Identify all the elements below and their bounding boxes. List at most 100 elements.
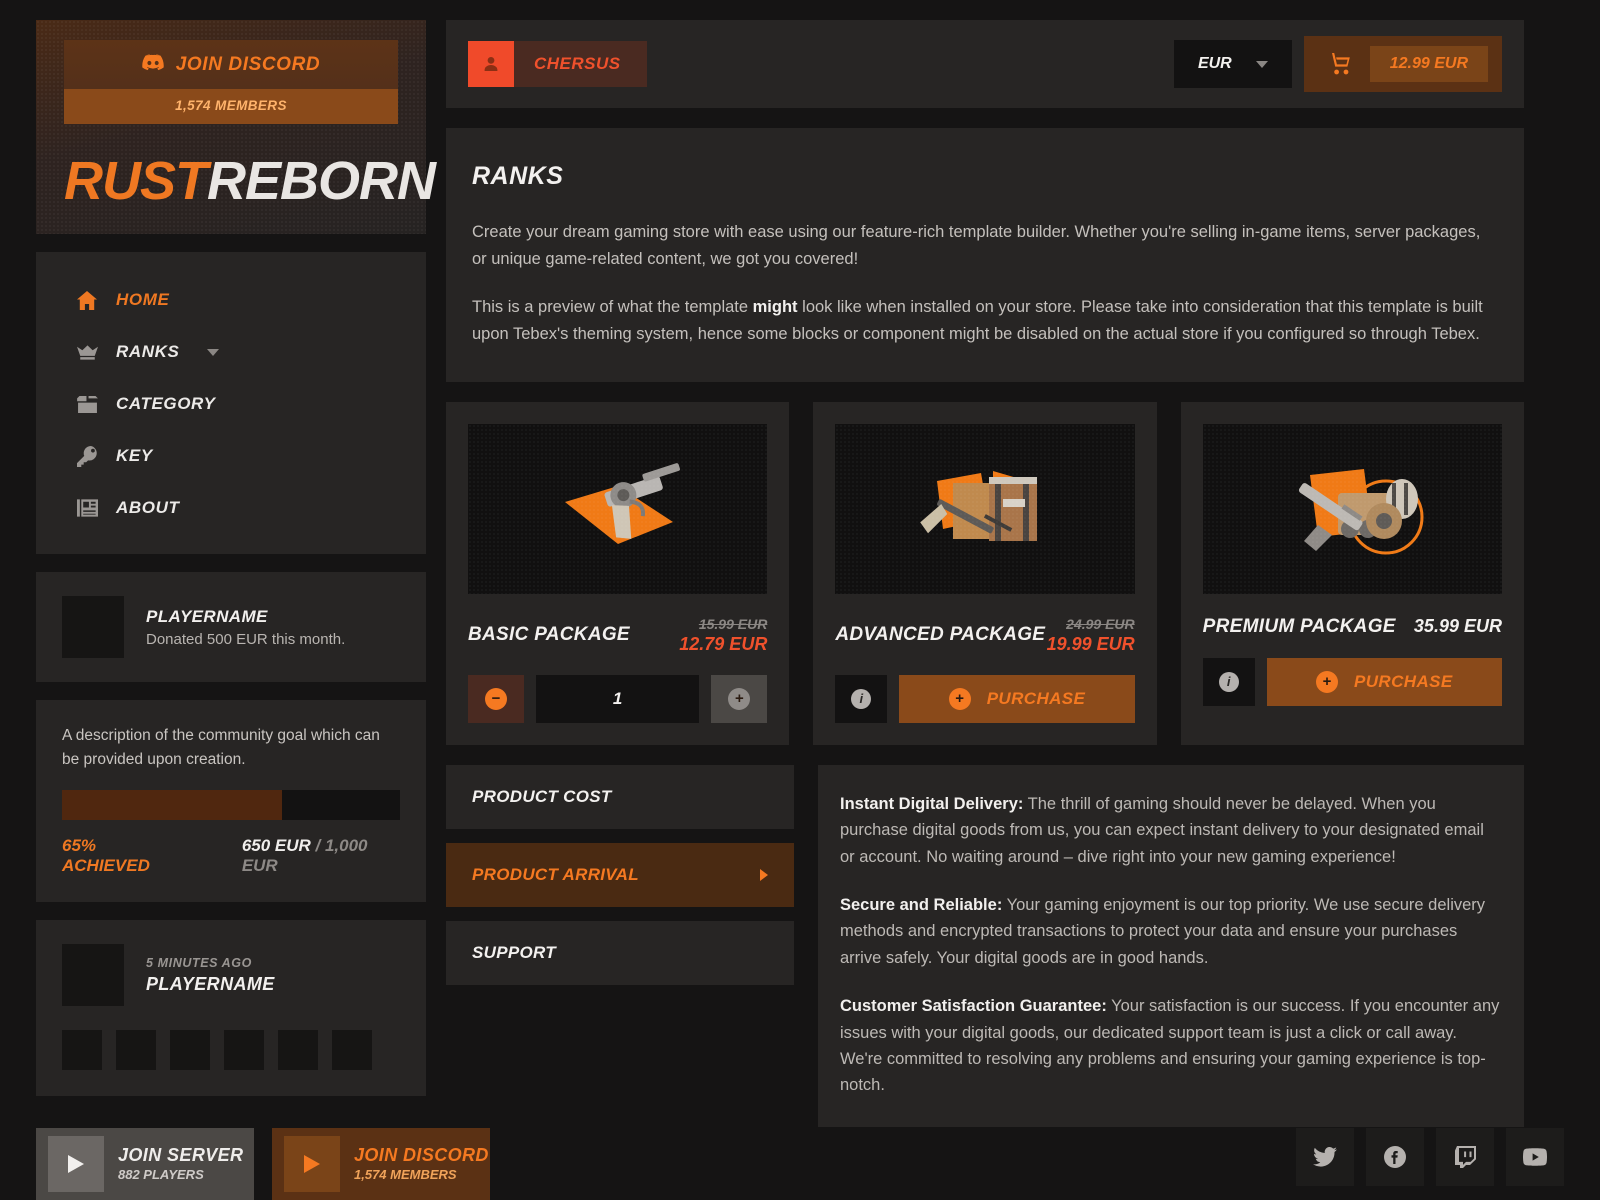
sidebar-item-home[interactable]: HOME (36, 274, 426, 326)
footer-discord-subtitle: 1,574 MEMBERS (354, 1166, 457, 1182)
currency-selector[interactable]: EUR (1173, 40, 1292, 88)
product-basic-old-price: 15.99 EUR (698, 615, 768, 632)
thumbnail[interactable] (332, 1030, 372, 1071)
main-content: CHERSUS EUR 12.99 EUR RANKS Create your … (446, 20, 1524, 1200)
community-goal-progressbar (62, 790, 400, 821)
thumbnail[interactable] (278, 1030, 318, 1071)
recent-purchase-header: 5 MINUTES AGO PLAYERNAME (62, 944, 400, 1007)
recent-purchase-time: 5 MINUTES AGO (146, 955, 252, 970)
faq-content-panel: Instant Digital Delivery: The thrill of … (818, 764, 1524, 1127)
accordion-item-support[interactable]: SUPPORT (446, 920, 794, 985)
accordion-label: PRODUCT ARRIVAL (472, 864, 639, 884)
info-icon: i (851, 688, 872, 709)
product-premium-price: 35.99 EUR (1413, 616, 1502, 637)
cart-button[interactable]: 12.99 EUR (1303, 36, 1502, 92)
join-server-button[interactable]: JOIN SERVER 882 PLAYERS (36, 1128, 254, 1200)
product-advanced-price: 19.99 EUR (1046, 633, 1135, 654)
recent-purchase-thumbnails (62, 1030, 400, 1071)
box-icon (76, 393, 98, 415)
accordion-item-product-arrival[interactable]: PRODUCT ARRIVAL (446, 842, 794, 907)
faq-paragraph-delivery: Instant Digital Delivery: The thrill of … (840, 791, 1500, 870)
footer-join-discord-button[interactable]: JOIN DISCORD 1,574 MEMBERS (272, 1128, 490, 1200)
revolver-item-icon (468, 423, 768, 594)
join-server-title: JOIN SERVER (118, 1144, 244, 1165)
avatar (62, 944, 124, 1007)
thumbnail[interactable] (62, 1030, 102, 1071)
product-card-advanced: ADVANCED PACKAGE 24.99 EUR 19.99 EUR i +… (813, 401, 1157, 745)
youtube-icon[interactable] (1506, 1128, 1564, 1186)
faq-paragraph-secure: Secure and Reliable: Your gaming enjoyme… (840, 892, 1500, 971)
sidebar-item-category[interactable]: CATEGORY (36, 378, 426, 430)
community-goal-description: A description of the community goal whic… (62, 727, 380, 769)
cart-icon (1327, 53, 1352, 75)
social-links (1296, 1128, 1564, 1186)
twitch-icon[interactable] (1436, 1128, 1494, 1186)
purchase-button[interactable]: + PURCHASE (899, 674, 1135, 723)
twitter-icon[interactable] (1296, 1128, 1354, 1186)
crown-icon (76, 341, 98, 363)
footer: JOIN SERVER 882 PLAYERS JOIN DISCORD 1,5… (36, 1128, 1564, 1200)
chevron-right-icon (760, 868, 768, 881)
purchase-button[interactable]: + PURCHASE (1266, 657, 1502, 706)
product-card-basic: BASIC PACKAGE 15.99 EUR 12.79 EUR − 1 + (446, 401, 790, 745)
news-icon (76, 497, 98, 519)
logo-part-1: RUST (64, 151, 208, 211)
join-discord-top[interactable]: JOIN DISCORD (64, 40, 398, 89)
sidebar-item-about-label: ABOUT (116, 498, 180, 517)
top-donor-name: PLAYERNAME (146, 606, 268, 626)
minus-icon: − (485, 687, 507, 710)
thumbnail[interactable] (170, 1030, 210, 1071)
accordion-item-product-cost[interactable]: PRODUCT COST (446, 764, 794, 829)
join-discord-button[interactable]: JOIN DISCORD 1,574 MEMBERS (64, 40, 398, 124)
sidebar-item-about[interactable]: ABOUT (36, 482, 426, 534)
join-server-subtitle: 882 PLAYERS (118, 1166, 204, 1182)
top-donor-subtitle: Donated 500 EUR this month. (146, 630, 346, 648)
site-logo[interactable]: RUSTREBORN (64, 150, 436, 212)
community-goal-card: A description of the community goal whic… (36, 700, 426, 903)
logo-part-2: REBORN (207, 151, 436, 211)
account-name: CHERSUS (534, 54, 621, 73)
facebook-icon[interactable] (1366, 1128, 1424, 1186)
chevron-down-icon (1255, 60, 1268, 68)
join-discord-members[interactable]: 1,574 MEMBERS (64, 89, 398, 124)
product-premium-prices: 35.99 EUR (1414, 616, 1502, 637)
product-info-button[interactable]: i (835, 674, 888, 723)
footer-discord-title: JOIN DISCORD (354, 1144, 489, 1165)
ranks-paragraph-1: Create your dream gaming store with ease… (472, 223, 1481, 268)
quantity-decrement-button[interactable]: − (468, 674, 524, 723)
sidebar-item-key[interactable]: KEY (36, 430, 426, 482)
thumbnail[interactable] (224, 1030, 264, 1071)
purchase-label: PURCHASE (1354, 671, 1453, 691)
product-premium-actions: i + PURCHASE (1202, 657, 1502, 706)
product-basic-header: BASIC PACKAGE 15.99 EUR 12.79 EUR (468, 616, 767, 655)
sidebar: JOIN DISCORD 1,574 MEMBERS RUSTREBORN HO… (36, 20, 436, 1200)
play-icon (48, 1136, 104, 1192)
topbar: CHERSUS EUR 12.99 EUR (446, 20, 1524, 108)
key-icon (76, 445, 98, 467)
faq-paragraph-guarantee: Customer Satisfaction Guarantee: Your sa… (840, 993, 1500, 1099)
quantity-increment-button[interactable]: + (711, 674, 768, 723)
product-basic-name: BASIC PACKAGE (468, 624, 630, 646)
quantity-stepper[interactable]: 1 (536, 674, 700, 723)
product-info-button[interactable]: i (1202, 657, 1255, 706)
page-title: RANKS (472, 162, 564, 190)
plus-icon: + (728, 687, 751, 710)
top-donor-card: PLAYERNAME Donated 500 EUR this month. (36, 572, 426, 682)
faq-heading-guarantee: Customer Satisfaction Guarantee: (840, 997, 1107, 1016)
user-avatar-icon (468, 41, 514, 87)
recent-purchase-card: 5 MINUTES AGO PLAYERNAME (36, 920, 426, 1097)
community-goal-amounts: 650 EUR / 1,000 EUR (242, 836, 400, 876)
chevron-down-icon[interactable] (207, 348, 220, 356)
sidebar-item-ranks-label: RANKS (116, 342, 180, 361)
faq-heading-secure: Secure and Reliable: (840, 896, 1003, 915)
faq-heading-delivery: Instant Digital Delivery: (840, 794, 1024, 813)
sidebar-item-ranks[interactable]: RANKS (36, 326, 426, 378)
product-advanced-prices: 24.99 EUR 19.99 EUR (1047, 616, 1135, 655)
product-basic-actions: − 1 + (468, 674, 768, 723)
crate-rifle-item-icon (835, 423, 1135, 594)
account-badge[interactable]: CHERSUS (468, 41, 647, 87)
thumbnail[interactable] (116, 1030, 156, 1071)
ranks-section: RANKS Create your dream gaming store wit… (446, 128, 1524, 382)
discord-icon (142, 54, 164, 76)
accordion-label: PRODUCT COST (472, 786, 612, 806)
